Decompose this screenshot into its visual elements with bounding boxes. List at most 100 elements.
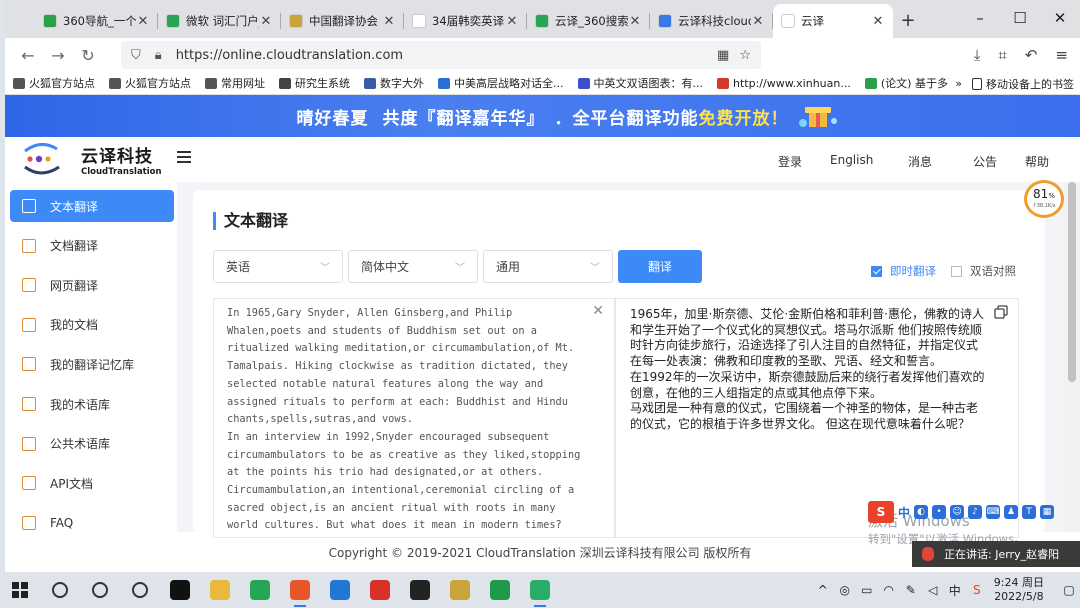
file-explorer-icon[interactable] <box>200 572 240 608</box>
scrollbar-thumb[interactable] <box>1068 182 1076 382</box>
emoji-icon[interactable]: ☺ <box>950 505 965 519</box>
sidebar-item[interactable]: 文本翻译 <box>10 190 174 222</box>
ime-language-icon[interactable]: 中 <box>944 582 966 599</box>
target-language-select[interactable]: 简体中文 ﹀ <box>348 250 478 283</box>
wechat-icon[interactable] <box>520 572 560 608</box>
hamburger-menu-icon[interactable] <box>177 151 191 163</box>
new-tab-button[interactable]: + <box>893 4 923 38</box>
browser-tab[interactable]: 云译 ✕ <box>773 4 893 38</box>
sidebar-item[interactable]: 文档翻译 <box>10 230 174 262</box>
cortana-icon[interactable] <box>80 572 120 608</box>
mic-icon[interactable]: ♪ <box>968 505 983 519</box>
battery-icon[interactable]: ▭ <box>856 583 878 597</box>
browser-tab[interactable]: 微软 词汇门户_3✕ <box>158 4 281 38</box>
ghost-icon[interactable] <box>400 572 440 608</box>
bookmark-item[interactable]: 火狐官方站点 <box>109 75 191 91</box>
keyboard-icon[interactable]: ⌨ <box>986 505 1001 519</box>
grid-icon[interactable]: ▦ <box>1040 505 1055 519</box>
moon-icon[interactable]: ◐ <box>914 505 929 519</box>
nav-messages[interactable]: 消息 <box>908 153 932 170</box>
search-icon[interactable] <box>40 572 80 608</box>
bookmarks-more[interactable]: » 移动设备上的书签 <box>949 72 1074 94</box>
bookmark-item[interactable]: 数字大外 <box>364 75 424 91</box>
copy-icon[interactable] <box>994 305 1008 319</box>
reload-button[interactable]: ↻ <box>73 46 103 65</box>
browser-tab[interactable]: 云译_360搜索 ✕ <box>527 4 650 38</box>
notification-icon[interactable]: ▢ <box>1058 583 1080 597</box>
close-tab-icon[interactable]: ✕ <box>136 14 150 29</box>
excel-icon[interactable] <box>480 572 520 608</box>
nav-help[interactable]: 帮助 <box>1025 153 1049 170</box>
clock[interactable]: 9:24 周日 2022/5/8 <box>994 576 1044 604</box>
screenshot-icon[interactable]: ⌗ <box>998 46 1006 64</box>
bookmark-item[interactable]: 火狐官方站点 <box>13 75 95 91</box>
undo-icon[interactable]: ↶ <box>1025 46 1038 64</box>
menu-icon[interactable]: ≡ <box>1055 46 1068 64</box>
user-icon[interactable]: ♟ <box>1004 505 1019 519</box>
browser-tab[interactable]: 云译科技cloudtr✕ <box>650 4 773 38</box>
pen-icon[interactable]: ✎ <box>900 583 922 597</box>
clear-text-icon[interactable]: ✕ <box>592 303 604 321</box>
translate-button[interactable]: 翻译 <box>618 250 702 283</box>
close-window-button[interactable]: ✕ <box>1040 0 1080 36</box>
task-view-icon[interactable] <box>120 572 160 608</box>
sidebar-item[interactable]: 我的术语库 <box>10 388 174 420</box>
punctuation-icon[interactable]: • <box>932 505 947 519</box>
close-tab-icon[interactable]: ✕ <box>382 14 396 29</box>
domain-select[interactable]: 通用 ﹀ <box>483 250 613 283</box>
ime-toolbar[interactable]: S 中 ◐ • ☺ ♪ ⌨ ♟ T ▦ <box>868 500 1080 524</box>
source-text-area[interactable]: In 1965,Gary Snyder, Allen Ginsberg,and … <box>213 298 615 538</box>
browser-tab[interactable]: 中国翻译协会 ✕ <box>281 4 404 38</box>
close-tab-icon[interactable]: ✕ <box>751 14 765 29</box>
chevron-more-icon[interactable]: » <box>955 77 962 90</box>
ime-mode-label[interactable]: 中 <box>898 504 910 521</box>
notes-icon[interactable] <box>440 572 480 608</box>
back-button[interactable]: ← <box>13 46 43 65</box>
nav-english[interactable]: English <box>830 153 873 167</box>
close-tab-icon[interactable]: ✕ <box>259 14 273 29</box>
wifi-icon[interactable]: ◠ <box>878 583 900 597</box>
shirt-icon[interactable]: T <box>1022 505 1037 519</box>
maximize-button[interactable]: ☐ <box>1000 0 1040 36</box>
sidebar-item[interactable]: FAQ <box>10 507 174 539</box>
nav-login[interactable]: 登录 <box>778 153 802 170</box>
bookmark-item[interactable]: 中美高层战略对话全... <box>438 75 564 91</box>
volume-icon[interactable]: ◁ <box>922 583 944 597</box>
source-language-select[interactable]: 英语 ﹀ <box>213 250 343 283</box>
bookmark-item[interactable]: http://www.xinhuan... <box>717 75 851 91</box>
app-s-icon[interactable] <box>160 572 200 608</box>
network-status-icon[interactable]: ◎ <box>834 583 856 597</box>
download-icon[interactable]: ⤓ <box>974 46 981 64</box>
bookmark-item[interactable]: 研究生系统 <box>279 75 350 91</box>
promo-banner[interactable]: 晴好春夏 共度『翻译嘉年华』 ．全平台翻译功能 免费开放！ <box>5 95 1080 137</box>
close-tab-icon[interactable]: ✕ <box>628 14 642 29</box>
chevron-up-icon[interactable]: ^ <box>812 583 834 597</box>
page-scrollbar[interactable] <box>1064 182 1080 532</box>
nav-notice[interactable]: 公告 <box>973 153 997 170</box>
sogou-ime-icon[interactable]: S <box>868 501 894 523</box>
wps-icon[interactable] <box>360 572 400 608</box>
photos-icon[interactable] <box>320 572 360 608</box>
close-tab-icon[interactable]: ✕ <box>871 14 885 29</box>
address-bar[interactable]: ⛉ 🔒︎ https://online.cloudtranslation.com… <box>121 41 761 69</box>
sidebar-item[interactable]: API文档 <box>10 467 174 499</box>
qr-code-icon[interactable]: ▦ <box>717 48 729 63</box>
site-logo[interactable]: 云译科技 CloudTranslation <box>19 139 162 179</box>
sidebar-item[interactable]: 我的文档 <box>10 309 174 341</box>
sidebar-item[interactable]: 网页翻译 <box>10 269 174 301</box>
sogou-tray-icon[interactable]: S <box>966 583 988 597</box>
forward-button[interactable]: → <box>43 46 73 65</box>
browser-tab[interactable]: 34届韩奕英译汉.pdf✕ <box>404 4 527 38</box>
close-tab-icon[interactable]: ✕ <box>505 14 519 29</box>
network-speed-badge[interactable]: 81% ↑38.1K/s <box>1024 180 1064 218</box>
firefox-icon[interactable] <box>280 572 320 608</box>
bookmark-item[interactable]: 中英文双语图表：有... <box>577 75 703 91</box>
minimize-button[interactable]: – <box>960 0 1000 36</box>
bookmark-star-icon[interactable]: ☆ <box>739 48 751 63</box>
browser-tab[interactable]: 360导航_一个主✕ <box>35 4 158 38</box>
360-browser-icon[interactable] <box>240 572 280 608</box>
bookmark-item[interactable]: 常用网址 <box>205 75 265 91</box>
start-button[interactable] <box>0 572 40 608</box>
sidebar-item[interactable]: 公共术语库 <box>10 428 174 460</box>
bilingual-checkbox[interactable]: 双语对照 <box>951 263 1016 279</box>
